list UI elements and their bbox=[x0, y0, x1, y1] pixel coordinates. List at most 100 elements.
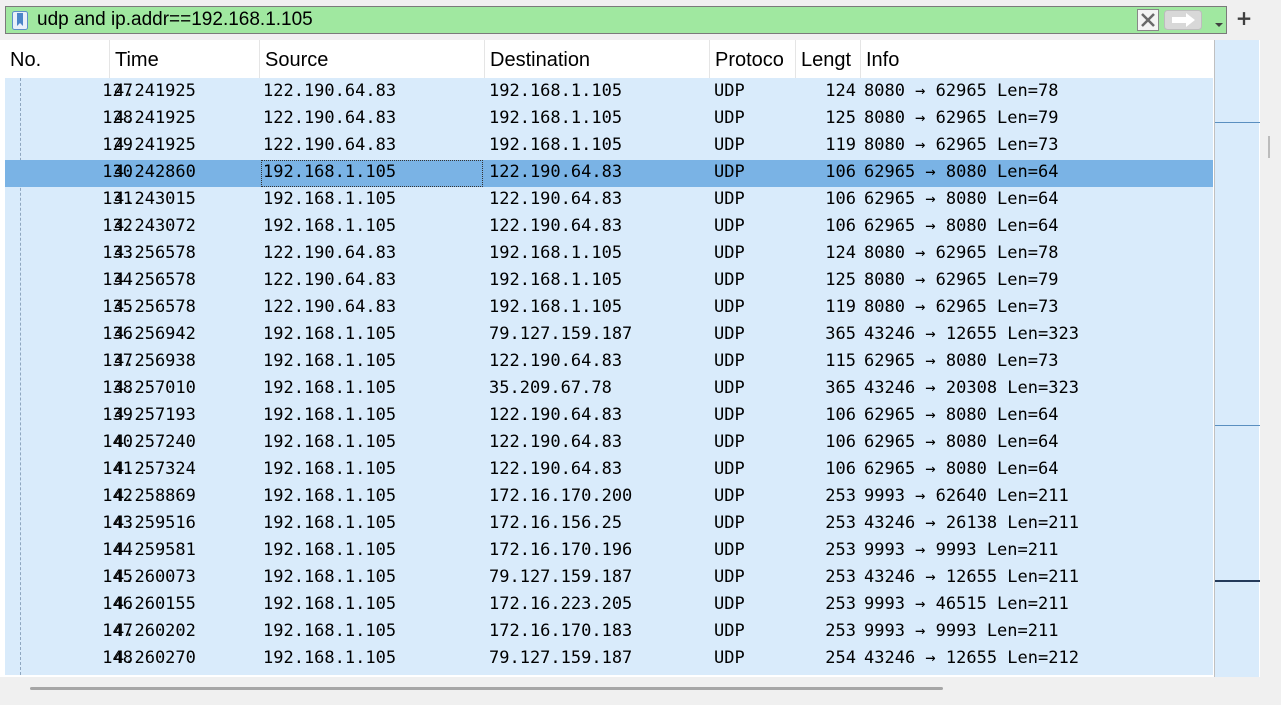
table-row[interactable]: 131 4.243015 192.168.1.105 122.190.64.83 UDP… bbox=[5, 187, 1213, 214]
packet-protocol: UDP bbox=[714, 324, 745, 344]
packet-protocol: UDP bbox=[714, 108, 745, 128]
packet-info: 8080 → 62965 Len=73 bbox=[864, 135, 1059, 155]
packet-time: 4.256578 bbox=[114, 270, 196, 290]
display-filter-toolbar: + bbox=[0, 0, 1281, 40]
packet-destination: 35.209.67.78 bbox=[489, 378, 612, 398]
table-row[interactable]: 133 4.256578 122.190.64.83 192.168.1.105 UDP… bbox=[5, 241, 1213, 268]
column-header-info[interactable]: Info bbox=[861, 40, 1213, 78]
table-row[interactable]: 129 4.241925 122.190.64.83 192.168.1.105 UDP… bbox=[5, 133, 1213, 160]
packet-length: 106 bbox=[825, 405, 856, 425]
packet-protocol: UDP bbox=[714, 540, 745, 560]
packet-source: 192.168.1.105 bbox=[263, 621, 397, 641]
column-header-protocol[interactable]: Protoco bbox=[710, 40, 796, 78]
horizontal-scrollbar[interactable] bbox=[0, 677, 1281, 705]
clear-filter-icon[interactable] bbox=[1137, 9, 1159, 31]
table-row[interactable]: 148 4.260270 192.168.1.105 79.127.159.187 UD… bbox=[5, 646, 1213, 673]
packet-list-header: No. Time Source Destination Protoco Leng… bbox=[5, 40, 1213, 78]
packet-destination: 122.190.64.83 bbox=[489, 162, 623, 182]
table-row[interactable]: 136 4.256942 192.168.1.105 79.127.159.187 UD… bbox=[5, 322, 1213, 349]
column-header-length[interactable]: Lengt bbox=[796, 40, 861, 78]
minimap-marker bbox=[1215, 122, 1260, 123]
packet-destination: 192.168.1.105 bbox=[489, 81, 623, 101]
packet-info: 62965 → 8080 Len=64 bbox=[864, 162, 1059, 182]
table-row[interactable]: 132 4.243072 192.168.1.105 122.190.64.83 UDP… bbox=[5, 214, 1213, 241]
packet-info: 43246 → 12655 Len=211 bbox=[864, 567, 1079, 587]
table-row[interactable]: 146 4.260155 192.168.1.105 172.16.223.205 UD… bbox=[5, 592, 1213, 619]
packet-source: 192.168.1.105 bbox=[263, 216, 397, 236]
table-row[interactable]: 137 4.256938 192.168.1.105 122.190.64.83 UDP… bbox=[5, 349, 1213, 376]
packet-info: 9993 → 46515 Len=211 bbox=[864, 594, 1069, 614]
packet-source: 122.190.64.83 bbox=[263, 243, 397, 263]
packet-source: 192.168.1.105 bbox=[263, 351, 397, 371]
packet-source: 122.190.64.83 bbox=[263, 270, 397, 290]
packet-info: 43246 → 26138 Len=211 bbox=[864, 513, 1079, 533]
packet-source: 192.168.1.105 bbox=[263, 648, 397, 668]
packet-length: 253 bbox=[825, 594, 856, 614]
table-row[interactable]: 145 4.260073 192.168.1.105 79.127.159.187 UD… bbox=[5, 565, 1213, 592]
table-row[interactable]: 140 4.257240 192.168.1.105 122.190.64.83 UDP… bbox=[5, 430, 1213, 457]
packet-protocol: UDP bbox=[714, 432, 745, 452]
table-row-selected[interactable]: 130 4.242860 192.168.1.105 122.190.64.83 UDP… bbox=[5, 160, 1213, 187]
packet-source: 192.168.1.105 bbox=[263, 594, 397, 614]
bookmark-icon[interactable] bbox=[12, 11, 28, 30]
packet-destination: 192.168.1.105 bbox=[489, 108, 623, 128]
table-row[interactable]: 142 4.258869 192.168.1.105 172.16.170.200 UD… bbox=[5, 484, 1213, 511]
horizontal-scroll-thumb[interactable] bbox=[30, 687, 943, 690]
packet-info: 62965 → 8080 Len=64 bbox=[864, 432, 1059, 452]
packet-length: 253 bbox=[825, 621, 856, 641]
column-header-time[interactable]: Time bbox=[110, 40, 260, 78]
packet-time: 4.258869 bbox=[114, 486, 196, 506]
table-row[interactable]: 147 4.260202 192.168.1.105 172.16.170.183 UD… bbox=[5, 619, 1213, 646]
packet-source: 122.190.64.83 bbox=[263, 108, 397, 128]
column-header-source[interactable]: Source bbox=[260, 40, 485, 78]
table-row[interactable]: 143 4.259516 192.168.1.105 172.16.156.25 UDP… bbox=[5, 511, 1213, 538]
table-row[interactable]: 127 4.241925 122.190.64.83 192.168.1.105 UDP… bbox=[5, 79, 1213, 106]
packet-info: 62965 → 8080 Len=64 bbox=[864, 189, 1059, 209]
packet-info: 9993 → 9993 Len=211 bbox=[864, 621, 1059, 641]
packet-source: 192.168.1.105 bbox=[263, 405, 397, 425]
display-filter-input[interactable] bbox=[37, 8, 1137, 32]
packet-source: 192.168.1.105 bbox=[263, 486, 397, 506]
packet-source: 192.168.1.105 bbox=[261, 160, 483, 187]
table-row[interactable]: 139 4.257193 192.168.1.105 122.190.64.83 UDP… bbox=[5, 403, 1213, 430]
packet-time: 4.241925 bbox=[114, 135, 196, 155]
packet-length: 365 bbox=[825, 324, 856, 344]
add-filter-button[interactable]: + bbox=[1234, 8, 1254, 28]
vertical-scroll-thumb[interactable] bbox=[1268, 136, 1270, 158]
table-row[interactable]: 134 4.256578 122.190.64.83 192.168.1.105 UDP… bbox=[5, 268, 1213, 295]
packet-time: 4.256938 bbox=[114, 351, 196, 371]
packet-time: 4.260202 bbox=[114, 621, 196, 641]
packet-time: 4.241925 bbox=[114, 81, 196, 101]
packet-length: 106 bbox=[825, 432, 856, 452]
apply-arrow-icon[interactable] bbox=[1164, 10, 1206, 30]
packet-protocol: UDP bbox=[714, 81, 745, 101]
table-row[interactable]: 128 4.241925 122.190.64.83 192.168.1.105 UDP… bbox=[5, 106, 1213, 133]
packet-length: 254 bbox=[825, 648, 856, 668]
packet-minimap[interactable] bbox=[1214, 40, 1260, 677]
packet-time: 4.259516 bbox=[114, 513, 196, 533]
packet-time: 4.243072 bbox=[114, 216, 196, 236]
packet-info: 8080 → 62965 Len=73 bbox=[864, 297, 1059, 317]
packet-destination: 122.190.64.83 bbox=[489, 405, 623, 425]
packet-length: 106 bbox=[825, 189, 856, 209]
table-row[interactable]: 141 4.257324 192.168.1.105 122.190.64.83 UDP… bbox=[5, 457, 1213, 484]
packet-length: 124 bbox=[825, 243, 856, 263]
packet-source: 192.168.1.105 bbox=[263, 189, 397, 209]
packet-destination: 122.190.64.83 bbox=[489, 351, 623, 371]
table-row[interactable]: 144 4.259581 192.168.1.105 172.16.170.196 UD… bbox=[5, 538, 1213, 565]
packet-info: 8080 → 62965 Len=78 bbox=[864, 243, 1059, 263]
packet-source: 192.168.1.105 bbox=[263, 324, 397, 344]
packet-info: 8080 → 62965 Len=79 bbox=[864, 270, 1059, 290]
vertical-scrollbar[interactable] bbox=[1260, 40, 1281, 677]
chevron-down-icon[interactable] bbox=[1213, 15, 1225, 27]
table-row[interactable]: 138 4.257010 192.168.1.105 35.209.67.78 UDP 3… bbox=[5, 376, 1213, 403]
packet-info: 62965 → 8080 Len=73 bbox=[864, 351, 1059, 371]
packet-time: 4.259581 bbox=[114, 540, 196, 560]
packet-time: 4.260155 bbox=[114, 594, 196, 614]
packet-protocol: UDP bbox=[714, 459, 745, 479]
packet-length: 253 bbox=[825, 540, 856, 560]
packet-destination: 122.190.64.83 bbox=[489, 459, 623, 479]
column-header-destination[interactable]: Destination bbox=[485, 40, 710, 78]
table-row[interactable]: 135 4.256578 122.190.64.83 192.168.1.105 UDP… bbox=[5, 295, 1213, 322]
column-header-no[interactable]: No. bbox=[5, 40, 110, 78]
